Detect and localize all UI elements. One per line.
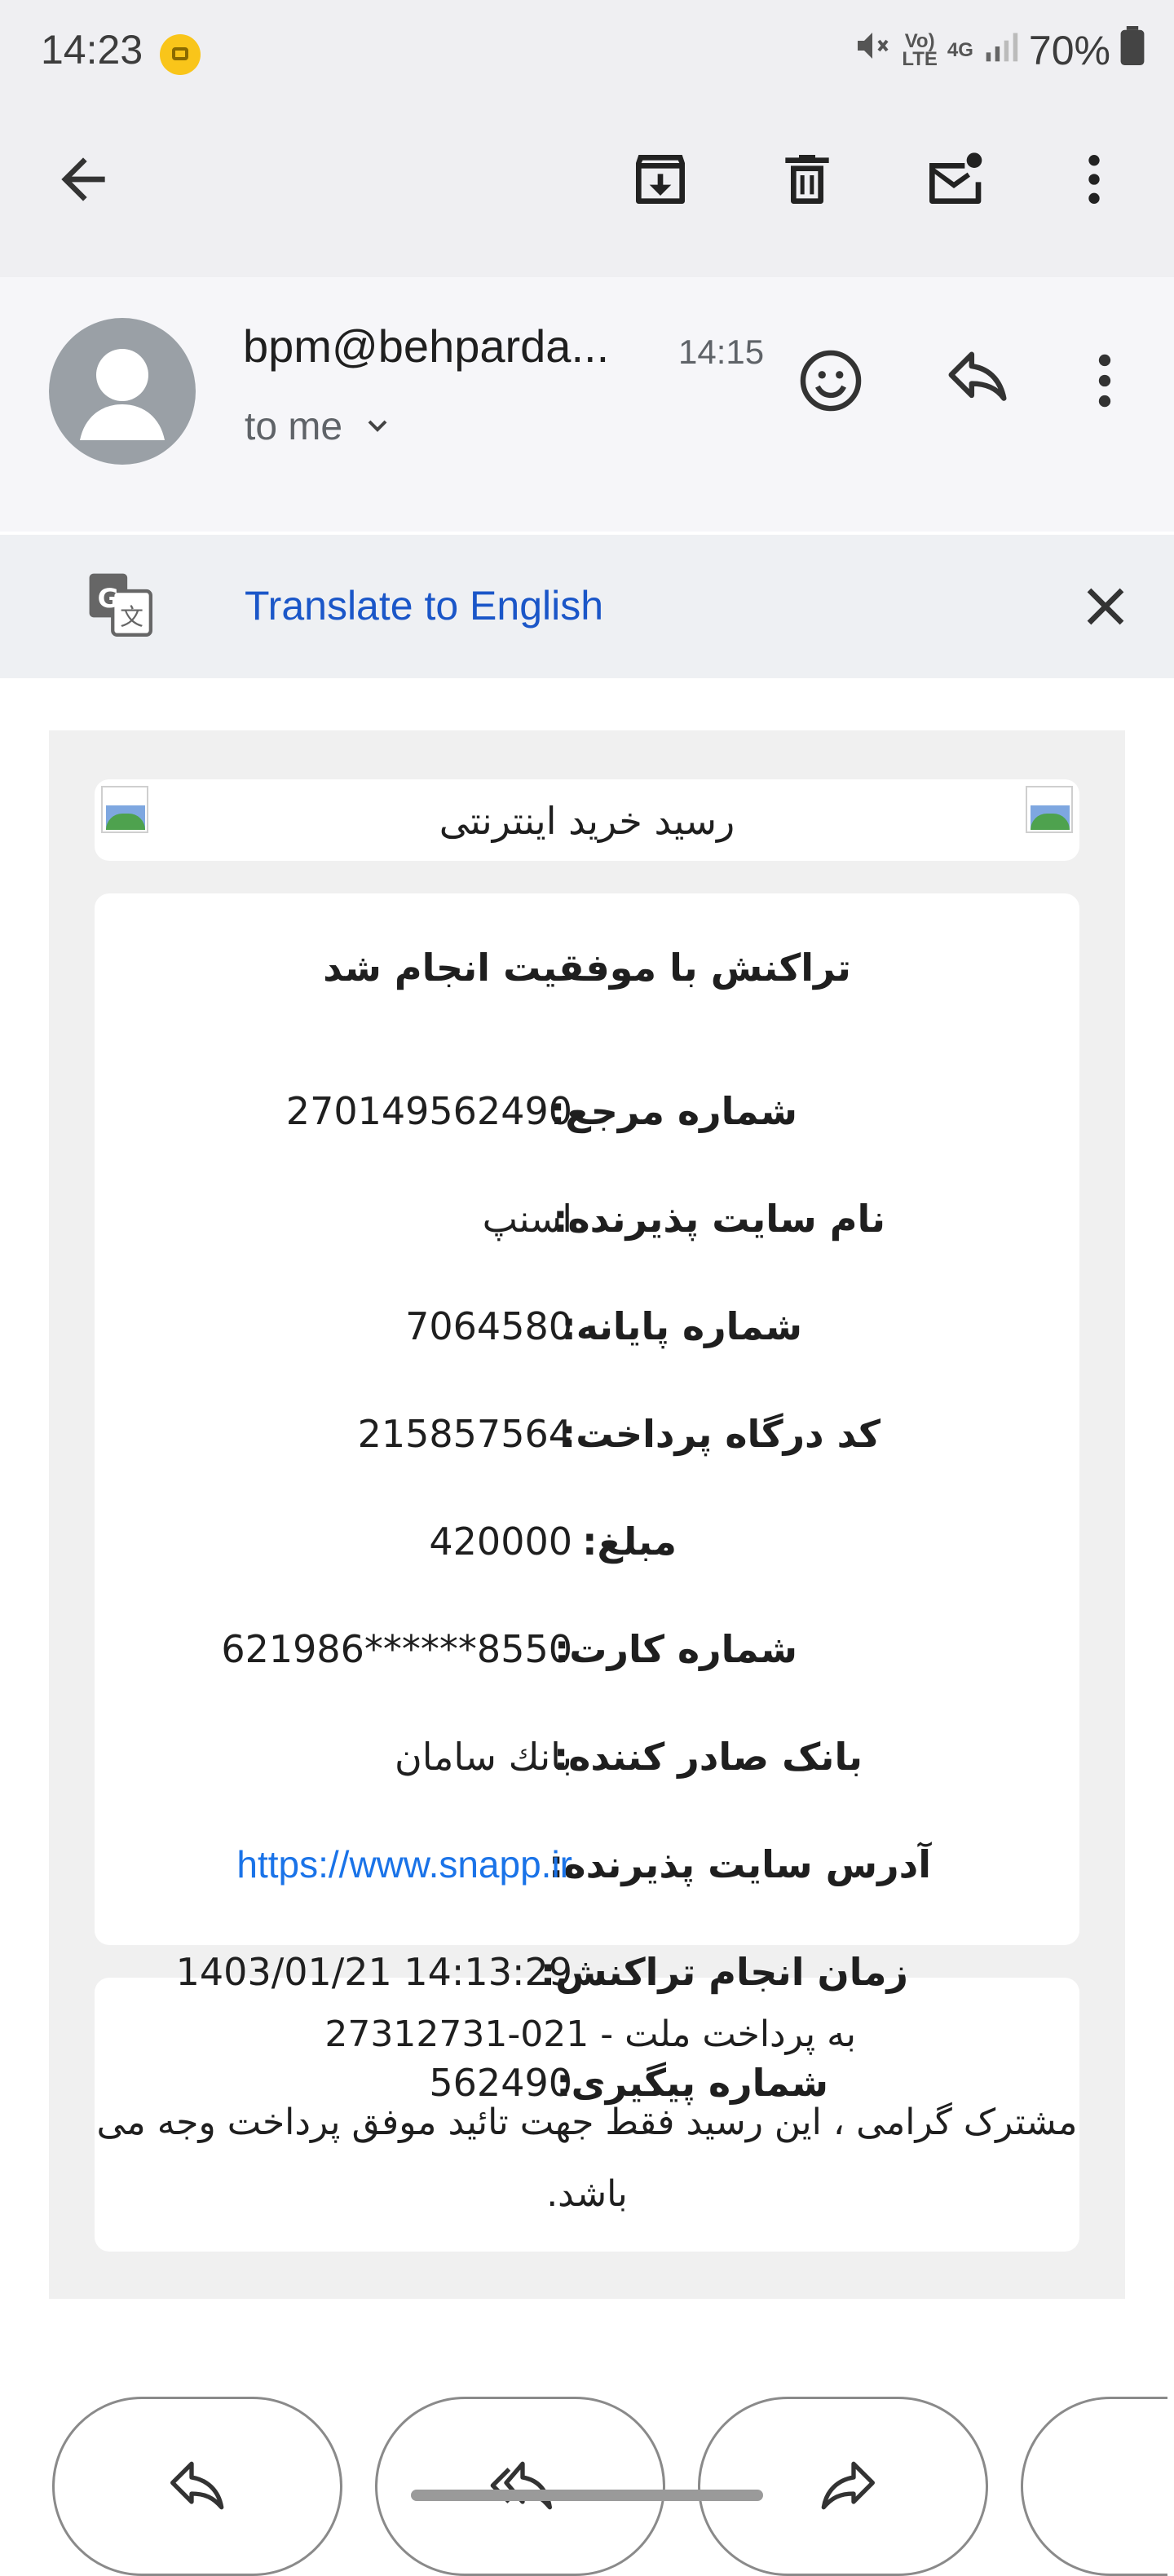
google-translate-icon: G 文 [86, 571, 157, 641]
archive-icon[interactable] [628, 147, 693, 212]
value-transaction-time: 1403/01/21 14:13:29 [175, 1950, 572, 1994]
merchant-url-link[interactable]: https://www.snapp.ir [236, 1842, 572, 1886]
forward-button[interactable] [698, 2397, 988, 2576]
emoji-reaction-icon[interactable] [796, 346, 866, 416]
recipient-label: to me [245, 405, 343, 448]
label-card-number: شماره کارت: [554, 1627, 797, 1671]
delete-icon[interactable] [775, 147, 840, 212]
signal-icon [983, 27, 1019, 74]
footer-note: مشترک گرامی ، این رسید فقط جهت تائید موف… [96, 2102, 1078, 2215]
value-issuing-bank: بانك سامان [394, 1735, 572, 1779]
label-gateway-code: کد درگاه پرداخت: [560, 1412, 880, 1456]
battery-icon [1120, 26, 1145, 75]
close-icon[interactable] [1073, 574, 1138, 639]
svg-text:G: G [98, 583, 119, 614]
status-time: 14:23 [41, 27, 143, 73]
label-terminal-number: شماره پایانه: [561, 1304, 802, 1348]
reply-all-button[interactable] [375, 2397, 665, 2576]
value-terminal-number: 7064580 [405, 1304, 572, 1348]
label-reference-number: شماره مرجع: [549, 1089, 797, 1133]
status-icons: Vo) LTE 4G 70% [853, 26, 1145, 75]
reply-button[interactable] [52, 2397, 342, 2576]
reply-icon [170, 2461, 224, 2510]
avatar[interactable] [49, 318, 196, 465]
volte-label: Vo) LTE [902, 30, 938, 70]
label-transaction-time: زمان انجام تراکنش: [540, 1950, 908, 1994]
network-type: 4G [947, 39, 973, 61]
more-vert-icon[interactable] [1061, 147, 1127, 212]
label-merchant-url: آدرس سایت پذیرنده: [549, 1842, 931, 1886]
mark-unread-icon[interactable] [921, 147, 986, 212]
label-merchant-name: نام سایت پذیرنده: [553, 1197, 885, 1241]
youtube-notification-icon [160, 34, 201, 75]
value-amount: 420000 [429, 1520, 572, 1564]
value-reference-number: 270149562490 [285, 1089, 572, 1133]
mute-icon [853, 26, 892, 75]
more-vert-icon[interactable] [1070, 346, 1140, 416]
support-line: به پرداخت ملت - 021-27312731 [324, 2014, 856, 2055]
value-merchant-name: اسنپ [482, 1197, 572, 1241]
value-gateway-code: 215857564 [357, 1412, 572, 1456]
battery-percent: 70% [1028, 28, 1110, 73]
home-indicator[interactable] [411, 2490, 763, 2501]
translate-link[interactable]: Translate to English [245, 582, 603, 629]
label-amount: مبلغ: [582, 1520, 677, 1564]
emoji-button[interactable] [1021, 2397, 1167, 2576]
reply-icon[interactable] [942, 346, 1013, 416]
recipient-toggle[interactable]: to me [245, 404, 394, 452]
value-card-number: 621986******8550 [221, 1627, 572, 1671]
banner-title: رسید خرید اینترنتی [439, 799, 735, 843]
sent-time: 14:15 [678, 333, 765, 371]
svg-text:文: 文 [120, 602, 143, 630]
receipt-title: تراکنش با موفقیت انجام شد [323, 946, 851, 990]
back-arrow-icon[interactable] [51, 147, 116, 212]
label-issuing-bank: بانک صادر کننده: [553, 1735, 863, 1779]
forward-icon [821, 2461, 875, 2510]
sender-address[interactable]: bpm@behparda... [243, 320, 609, 373]
chevron-down-icon [361, 407, 394, 452]
